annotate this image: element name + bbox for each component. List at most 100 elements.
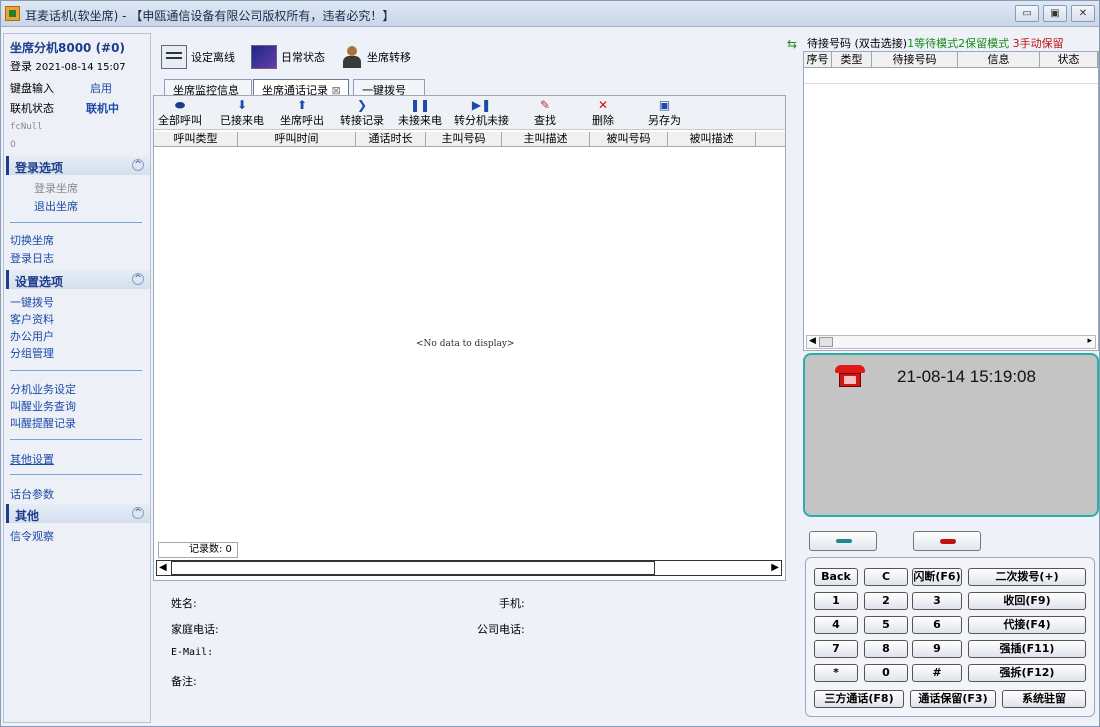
- login-agent-item[interactable]: 登录坐席: [34, 180, 78, 196]
- company-phone-label: 公司电话:: [477, 623, 525, 636]
- tab-one-key-dial[interactable]: 一键拨号: [353, 79, 425, 97]
- phone-hangup-icon: [940, 539, 956, 544]
- wakeup-query-item[interactable]: 叫醒业务查询: [10, 398, 76, 414]
- login-time: 2021-08-14 15:07: [35, 62, 126, 73]
- key-3[interactable]: 3: [912, 592, 962, 610]
- collapse-icon[interactable]: ^: [132, 507, 144, 519]
- search-button[interactable]: ✎ 查找: [534, 98, 556, 128]
- second-dial-key[interactable]: 二次拨号(+): [968, 568, 1086, 586]
- divider: [10, 222, 142, 223]
- close-button[interactable]: ✕: [1071, 5, 1095, 22]
- horizontal-scrollbar[interactable]: ◀ ▶: [156, 560, 782, 576]
- system-park-key[interactable]: 系统驻留: [1002, 690, 1086, 708]
- barge-in-key[interactable]: 强插(F11): [968, 640, 1086, 658]
- collapse-icon[interactable]: ^: [132, 273, 144, 285]
- other-settings-item[interactable]: 其他设置: [10, 451, 54, 467]
- one-key-dial-item[interactable]: 一键拨号: [10, 294, 54, 310]
- key-7[interactable]: 7: [814, 640, 858, 658]
- queue-toggle-icon[interactable]: ⇆: [787, 37, 797, 51]
- ext-service-item[interactable]: 分机业务设定: [10, 381, 76, 397]
- column-header[interactable]: 序号: [804, 52, 832, 68]
- link-label: 联机状态: [10, 102, 54, 115]
- section-settings-options[interactable]: 设置选项 ^: [6, 270, 150, 289]
- key-9[interactable]: 9: [912, 640, 962, 658]
- arrow-up-icon: ⬆: [296, 98, 308, 112]
- daily-status-button[interactable]: 日常状态: [251, 43, 325, 71]
- column-header[interactable]: 呼叫类型: [154, 132, 238, 147]
- key-2[interactable]: 2: [864, 592, 908, 610]
- keyboard-value[interactable]: 启用: [90, 80, 112, 96]
- transfer-records-button[interactable]: ❯ 转接记录: [340, 98, 384, 128]
- clear-key[interactable]: C: [864, 568, 908, 586]
- scroll-right-icon[interactable]: ▶: [771, 562, 779, 573]
- key-5[interactable]: 5: [864, 616, 908, 634]
- wakeup-record-item[interactable]: 叫醒提醒记录: [10, 415, 76, 431]
- switch-agent-item[interactable]: 切换坐席: [10, 232, 54, 248]
- logout-agent-item[interactable]: 退出坐席: [34, 198, 78, 214]
- section-other[interactable]: 其他 ^: [6, 504, 150, 523]
- arrow-down-icon: ⬇: [236, 98, 248, 112]
- delete-button[interactable]: ✕ 删除: [592, 98, 614, 128]
- column-header[interactable]: 类型: [832, 52, 872, 68]
- key-hash[interactable]: #: [912, 664, 962, 682]
- office-user-item[interactable]: 办公用户: [10, 328, 54, 344]
- scroll-thumb[interactable]: [171, 561, 655, 575]
- signal-observe-item[interactable]: 信令观察: [10, 528, 54, 544]
- scroll-left-icon[interactable]: ◀: [809, 336, 816, 346]
- column-header[interactable]: 待接号码: [872, 52, 958, 68]
- phone-datetime: 21-08-14 15:19:08: [897, 367, 1036, 386]
- key-8[interactable]: 8: [864, 640, 908, 658]
- column-header[interactable]: 状态: [1040, 52, 1098, 68]
- retrieve-key[interactable]: 收回(F9): [968, 592, 1086, 610]
- column-header[interactable]: 呼叫时间: [238, 132, 356, 147]
- call-records-panel: ⬬ 全部呼叫 ⬇ 已接来电 ⬆ 坐席呼出 ❯ 转接记录 ❚❚ 未接来电 ▶❚ 转分机未接 ✎…: [153, 95, 786, 581]
- three-way-key[interactable]: 三方通话(F8): [814, 690, 904, 708]
- answer-button[interactable]: [809, 531, 877, 551]
- table-row[interactable]: [804, 68, 1098, 84]
- key-0[interactable]: 0: [864, 664, 908, 682]
- column-header[interactable]: 主叫号码: [426, 132, 502, 147]
- ext-missed-button[interactable]: ▶❚ 转分机未接: [454, 98, 509, 128]
- all-calls-button[interactable]: ⬬ 全部呼叫: [158, 98, 202, 128]
- column-header[interactable]: 被叫描述: [668, 132, 756, 147]
- scroll-thumb[interactable]: [819, 337, 833, 347]
- maximize-button[interactable]: ▣: [1043, 5, 1067, 22]
- key-6[interactable]: 6: [912, 616, 962, 634]
- scroll-left-icon[interactable]: ◀: [159, 562, 167, 573]
- talk-params-item[interactable]: 话台参数: [10, 486, 54, 502]
- key-1[interactable]: 1: [814, 592, 858, 610]
- answered-calls-button[interactable]: ⬇ 已接来电: [220, 98, 264, 128]
- section-login-options[interactable]: 登录选项 ^: [6, 156, 150, 175]
- login-log-item[interactable]: 登录日志: [10, 250, 54, 266]
- queue-mode-3: 3手动保留: [1012, 37, 1064, 50]
- back-key[interactable]: Back: [814, 568, 858, 586]
- pickup-key[interactable]: 代接(F4): [968, 616, 1086, 634]
- missed-calls-button[interactable]: ❚❚ 未接来电: [398, 98, 442, 128]
- column-header[interactable]: 主叫描述: [502, 132, 590, 147]
- flash-key[interactable]: 闪断(F6): [912, 568, 962, 586]
- hangup-button[interactable]: [913, 531, 981, 551]
- collapse-icon[interactable]: ^: [132, 159, 144, 171]
- call-hold-key[interactable]: 通话保留(F3): [910, 690, 996, 708]
- offline-button[interactable]: 设定离线: [161, 43, 235, 71]
- group-manage-item[interactable]: 分组管理: [10, 345, 54, 361]
- tab-call-records[interactable]: 坐席通话记录 ⊠: [253, 79, 349, 97]
- customer-info-item[interactable]: 客户资料: [10, 311, 54, 327]
- save-as-button[interactable]: ▣ 另存为: [648, 98, 681, 128]
- column-header[interactable]: 被叫号码: [590, 132, 668, 147]
- minimize-button[interactable]: ▭: [1015, 5, 1039, 22]
- force-release-key[interactable]: 强拆(F12): [968, 664, 1086, 682]
- column-header[interactable]: 通话时长: [356, 132, 426, 147]
- key-4[interactable]: 4: [814, 616, 858, 634]
- agent-transfer-button[interactable]: 坐席转移: [341, 43, 411, 71]
- outgoing-calls-button[interactable]: ⬆ 坐席呼出: [280, 98, 324, 128]
- key-star[interactable]: *: [814, 664, 858, 682]
- scroll-right-icon[interactable]: ▸: [1087, 336, 1092, 346]
- app-window: 耳麦话机(软坐席) - 【申瓯通信设备有限公司版权所有，违者必究！】 ▭ ▣ ✕…: [0, 0, 1100, 727]
- column-header[interactable]: 信息: [958, 52, 1040, 68]
- app-logo-icon: [5, 6, 20, 21]
- queue-title-row: 待接号码 (双击选接)1等待模式2保留模式 3手动保留: [807, 35, 1064, 51]
- queue-scrollbar[interactable]: ◀ ▸: [806, 335, 1096, 349]
- tab-monitor[interactable]: 坐席监控信息: [164, 79, 252, 97]
- search-icon: ✎: [539, 98, 551, 112]
